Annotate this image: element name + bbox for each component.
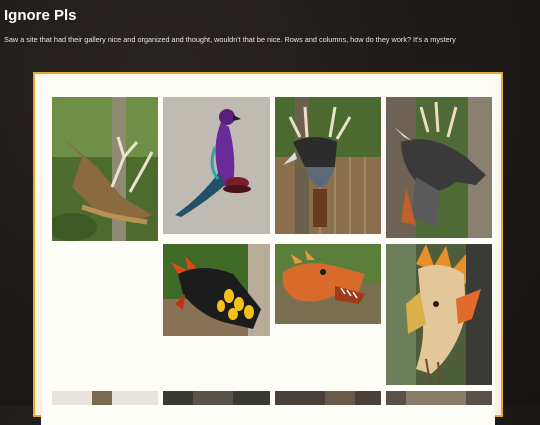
gallery-photo-orange-dragon[interactable] (275, 244, 381, 324)
gallery-photo-antlered-dragon-fence[interactable] (275, 97, 381, 234)
gallery-photo-purple-bird[interactable] (163, 97, 270, 234)
gallery-photo-black-yellow-dragon[interactable] (163, 244, 270, 336)
gallery-photo-orange-finned-dragon[interactable] (386, 244, 492, 385)
gallery-photo-row3-4[interactable] (386, 391, 492, 405)
gallery-photo-antlered-wall-dragon[interactable] (52, 97, 158, 241)
gallery-photo-row3-1[interactable] (52, 391, 158, 405)
gallery-photo-antlered-dragon-tree[interactable] (386, 97, 492, 238)
gallery-photo-row3-2[interactable] (163, 391, 270, 405)
gallery-photo-row3-3[interactable] (275, 391, 381, 405)
page-description: Saw a site that had their gallery nice a… (4, 35, 456, 44)
page-title: Ignore Pls (4, 7, 77, 24)
